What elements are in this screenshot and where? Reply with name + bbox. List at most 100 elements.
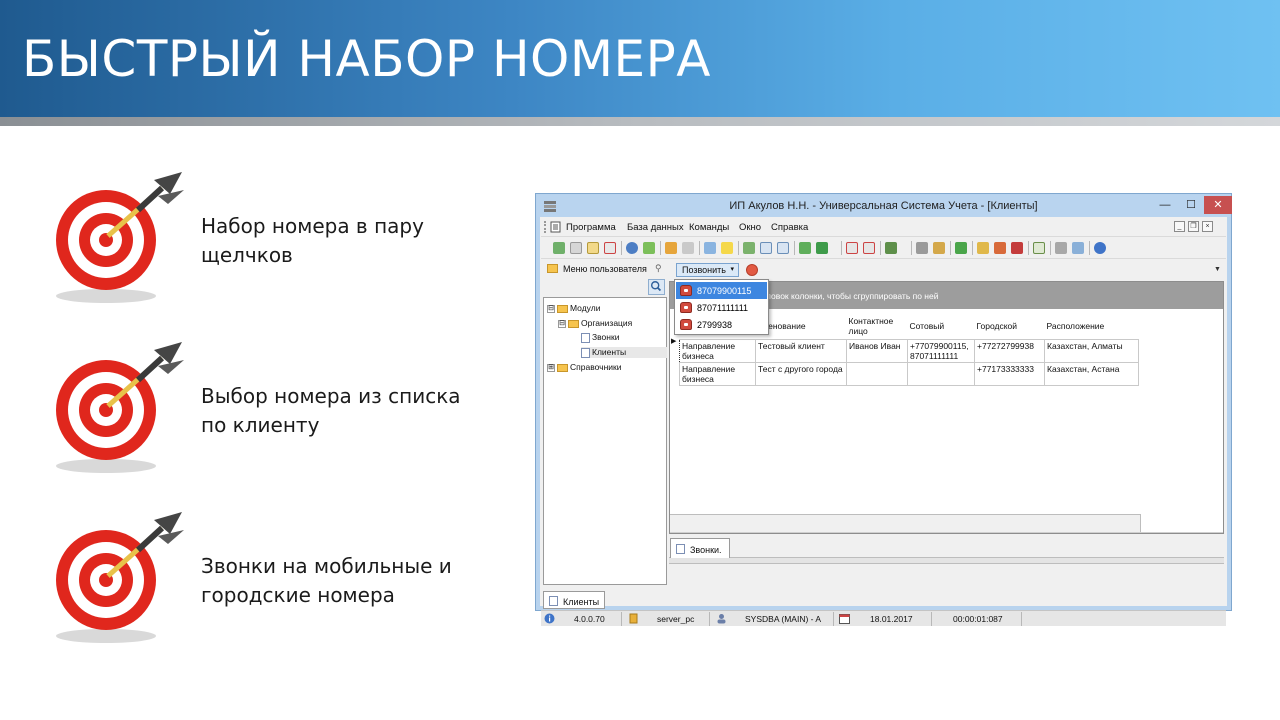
- tab-calls[interactable]: Звонки.: [670, 538, 730, 558]
- menu-tree: ⊟ Модули ⊟ Организация Звонки Клиенты ⊞ Спр…: [543, 297, 667, 585]
- search-icon[interactable]: [626, 242, 638, 254]
- maximize-button[interactable]: ☐: [1178, 196, 1204, 214]
- table-cell[interactable]: [846, 361, 908, 386]
- share-icon[interactable]: [1072, 242, 1084, 254]
- user-menu-tab[interactable]: Меню пользователя ⚲: [543, 261, 667, 277]
- menu-program[interactable]: Программа: [566, 222, 616, 233]
- column-header[interactable]: именование: [755, 313, 847, 340]
- table-row[interactable]: Направление бизнеса Тест с другого город…: [679, 361, 1139, 386]
- bullet-text: Набор номера в пару щелчков: [201, 212, 481, 270]
- close-window-icon[interactable]: [863, 242, 875, 254]
- export-icon[interactable]: [799, 242, 811, 254]
- column-header[interactable]: Контактное лицо: [846, 313, 908, 340]
- table-cell[interactable]: Казахстан, Астана: [1044, 361, 1139, 386]
- phone-option[interactable]: 87079900115: [676, 282, 767, 299]
- tools-icon[interactable]: [916, 242, 928, 254]
- mdi-minimize-button[interactable]: _: [1174, 221, 1185, 232]
- bullet-line: по клиенту: [201, 413, 320, 437]
- calendar-icon[interactable]: [1033, 242, 1045, 254]
- report-icon[interactable]: [885, 242, 897, 254]
- table-cell[interactable]: +77173333333: [974, 361, 1045, 386]
- horizontal-scrollbar[interactable]: [670, 514, 1141, 532]
- tree-node-label: Клиенты: [592, 347, 627, 357]
- table-cell[interactable]: Направление бизнеса: [679, 361, 756, 386]
- tree-node-clients[interactable]: Клиенты: [581, 347, 667, 358]
- new-window-icon[interactable]: [846, 242, 858, 254]
- user-icon: [717, 614, 726, 624]
- note-icon[interactable]: [721, 242, 733, 254]
- detail-scrollbar[interactable]: [669, 558, 1224, 564]
- insert-row-icon[interactable]: [743, 242, 755, 254]
- tree-search-button[interactable]: [648, 279, 665, 295]
- filter-icon[interactable]: [665, 242, 677, 254]
- status-separator: [833, 612, 834, 626]
- toolbar-separator: [794, 241, 795, 255]
- move-up-icon[interactable]: [777, 242, 789, 254]
- settings-icon[interactable]: [933, 242, 945, 254]
- minimize-button[interactable]: —: [1152, 196, 1178, 214]
- mdi-close-button[interactable]: ×: [1202, 221, 1213, 232]
- delete-icon[interactable]: [604, 242, 616, 254]
- calendar-icon: [839, 614, 850, 624]
- phone-option[interactable]: 87071111111: [676, 299, 767, 316]
- column-header[interactable]: Городской: [974, 313, 1045, 340]
- excel-icon[interactable]: [816, 242, 828, 254]
- table-cell[interactable]: Тест с другого города: [755, 361, 847, 386]
- tab-clients[interactable]: Клиенты: [543, 591, 605, 609]
- call-button[interactable]: Позвонить ▾: [676, 263, 739, 277]
- tree-node-references[interactable]: ⊞ Справочники: [547, 362, 622, 372]
- table-cell[interactable]: Казахстан, Алматы: [1044, 338, 1139, 363]
- tree-node-label: Звонки: [592, 332, 620, 342]
- table-row[interactable]: Направление бизнеса Тестовый клиент Иван…: [679, 338, 1139, 363]
- recycle-icon[interactable]: [643, 242, 655, 254]
- tree-node-calls[interactable]: Звонки: [581, 332, 619, 343]
- menu-help[interactable]: Справка: [771, 222, 808, 233]
- table-cell[interactable]: Направление бизнеса: [679, 338, 756, 363]
- tree-node-organization[interactable]: ⊟ Организация: [558, 318, 632, 328]
- toolbar-separator: [1089, 241, 1090, 255]
- mdi-restore-button[interactable]: ❐: [1188, 221, 1199, 232]
- window-title: ИП Акулов Н.Н. - Универсальная Система У…: [729, 200, 1038, 212]
- print-icon[interactable]: [1055, 242, 1067, 254]
- close-button[interactable]: ✕: [1204, 196, 1232, 214]
- phone-option[interactable]: 2799938: [676, 316, 767, 333]
- table-cell[interactable]: +77272799938: [974, 338, 1045, 363]
- window-titlebar[interactable]: ИП Акулов Н.Н. - Универсальная Система У…: [537, 195, 1232, 217]
- chart-icon[interactable]: [955, 242, 967, 254]
- info-icon[interactable]: [1094, 242, 1106, 254]
- table-cell[interactable]: Иванов Иван: [846, 338, 908, 363]
- lock-icon[interactable]: [977, 242, 989, 254]
- grip-handle[interactable]: [544, 221, 546, 233]
- menu-commands[interactable]: Команды: [689, 222, 729, 233]
- collapse-icon[interactable]: ⊟: [558, 319, 566, 328]
- detail-tab-strip: Звонки.: [669, 536, 1224, 558]
- column-header[interactable]: Расположение: [1044, 313, 1139, 340]
- clear-filter-icon[interactable]: [682, 242, 694, 254]
- phone-icon: [680, 319, 692, 330]
- table-cell[interactable]: +77079900115, 87071111111: [907, 338, 975, 363]
- refresh-icon[interactable]: [553, 242, 565, 254]
- edit-icon[interactable]: [587, 242, 599, 254]
- move-down-icon[interactable]: [760, 242, 772, 254]
- menu-bar: Программа База данных Команды Окно Справ…: [541, 217, 1226, 237]
- chevron-down-icon[interactable]: ▼: [1214, 266, 1221, 273]
- tree-node-modules[interactable]: ⊟ Модули: [547, 303, 600, 313]
- column-header[interactable]: Сотовый: [907, 313, 975, 340]
- collapse-icon[interactable]: ⊟: [547, 304, 555, 313]
- hangup-icon[interactable]: [746, 264, 758, 276]
- connect-icon[interactable]: [1011, 242, 1023, 254]
- copy-icon[interactable]: [570, 242, 582, 254]
- phone-icon: [680, 285, 692, 296]
- toolbar-separator: [880, 241, 881, 255]
- menu-window[interactable]: Окно: [739, 222, 761, 233]
- expand-icon[interactable]: ⊞: [547, 363, 555, 372]
- bullet-line: щелчков: [201, 243, 293, 267]
- table-cell[interactable]: Тестовый клиент: [755, 338, 847, 363]
- users-icon[interactable]: [994, 242, 1006, 254]
- table-cell[interactable]: [907, 361, 975, 386]
- pin-icon[interactable]: ⚲: [655, 263, 662, 274]
- menu-database[interactable]: База данных: [627, 222, 684, 233]
- status-user: SYSDBA (MAIN) - A: [745, 614, 822, 624]
- phone-icon: [680, 302, 692, 313]
- add-item-icon[interactable]: [704, 242, 716, 254]
